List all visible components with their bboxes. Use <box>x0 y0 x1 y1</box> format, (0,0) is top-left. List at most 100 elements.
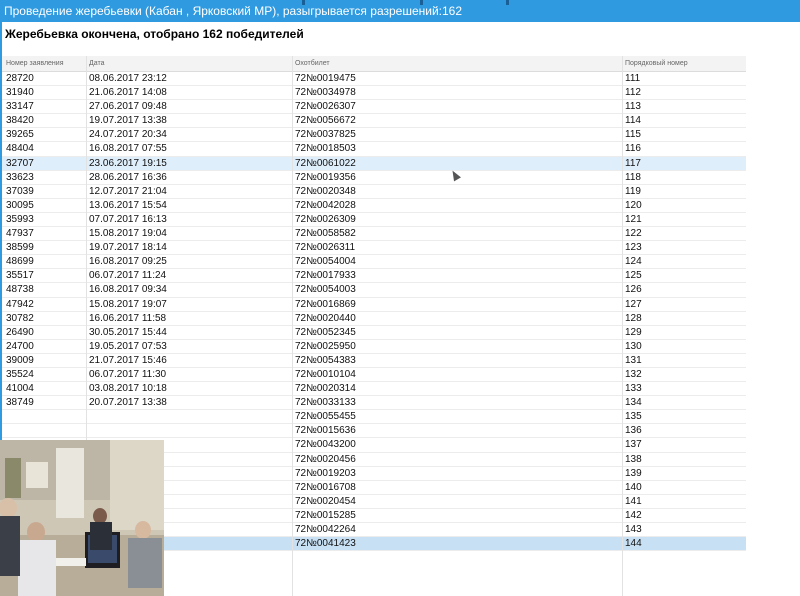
cell-sequence-number: 119 <box>625 185 641 197</box>
cell-application-number: 48738 <box>6 284 34 296</box>
cell-hunting-license: 72№0043200 <box>295 439 356 451</box>
table-row[interactable]: 38420 19.07.2017 13:38 72№0056672 114 <box>2 114 746 129</box>
cell-hunting-license: 72№0017933 <box>295 270 356 282</box>
cell-application-number: 47937 <box>6 228 34 240</box>
cell-hunting-license: 72№0026307 <box>295 101 356 113</box>
cell-application-number: 38420 <box>6 115 34 127</box>
table-row[interactable]: 39009 21.07.2017 15:46 72№0054383 131 <box>2 354 746 368</box>
table-row[interactable]: 24700 19.05.2017 07:53 72№0025950 130 <box>2 340 746 354</box>
table-row[interactable]: 47937 15.08.2017 19:04 72№0058582 122 <box>2 227 746 242</box>
table-row[interactable]: 30782 16.06.2017 11:58 72№0020440 128 <box>2 312 746 326</box>
cell-date: 06.07.2017 11:30 <box>89 368 167 380</box>
table-row[interactable]: 72№0015636 136 <box>2 424 746 439</box>
window-title-bar: Проведение жеребьевки (Кабан , Ярковский… <box>0 0 800 22</box>
cell-sequence-number: 127 <box>625 298 642 310</box>
cell-application-number: 35517 <box>6 270 34 282</box>
cell-date: 16.08.2017 09:25 <box>89 256 167 268</box>
cell-application-number: 28720 <box>6 73 34 84</box>
table-row[interactable]: 31940 21.06.2017 14:08 72№0034978 112 <box>2 86 746 101</box>
table-row[interactable]: 47942 15.08.2017 19:07 72№0016869 127 <box>2 298 746 312</box>
table-row[interactable]: 41004 03.08.2017 10:18 72№0020314 133 <box>2 382 746 397</box>
table-row[interactable]: 33623 28.06.2017 16:36 72№0019356 118 <box>2 171 746 185</box>
table-row[interactable]: 39265 24.07.2017 20:34 72№0037825 115 <box>2 128 746 143</box>
cell-sequence-number: 134 <box>625 397 642 409</box>
cell-date: 27.06.2017 09:48 <box>89 101 167 113</box>
cell-hunting-license: 72№0016869 <box>295 298 356 310</box>
cell-date: 16.08.2017 09:34 <box>89 284 167 296</box>
table-row[interactable]: 32707 23.06.2017 19:15 72№0061022 117 <box>2 156 746 171</box>
cell-application-number: 30095 <box>6 199 34 211</box>
cell-hunting-license: 72№0054004 <box>295 256 356 268</box>
column-divider[interactable] <box>622 56 623 596</box>
cell-sequence-number: 142 <box>625 509 642 521</box>
cell-date: 19.07.2017 13:38 <box>89 115 167 127</box>
cell-application-number: 39265 <box>6 129 34 141</box>
table-row[interactable]: 37039 12.07.2017 21:04 72№0020348 119 <box>2 185 746 199</box>
cell-sequence-number: 133 <box>625 383 642 395</box>
cell-date: 23.06.2017 19:15 <box>89 157 167 169</box>
cell-date: 24.07.2017 20:34 <box>89 129 167 141</box>
table-row[interactable]: 48699 16.08.2017 09:25 72№0054004 124 <box>2 255 746 270</box>
cell-hunting-license: 72№0016708 <box>295 481 356 493</box>
cell-sequence-number: 130 <box>625 340 642 352</box>
cell-sequence-number: 124 <box>625 256 642 268</box>
webcam-overlay <box>0 440 164 596</box>
column-divider[interactable] <box>292 56 293 596</box>
header-hunting-license[interactable]: Охотбилет <box>295 60 330 67</box>
header-application-number[interactable]: Номер заявления <box>6 60 64 67</box>
cell-sequence-number: 120 <box>625 199 642 211</box>
cell-date: 08.06.2017 23:12 <box>89 73 167 84</box>
cell-hunting-license: 72№0033133 <box>295 397 356 409</box>
table-row[interactable]: 38599 19.07.2017 18:14 72№0026311 123 <box>2 241 746 256</box>
cell-application-number: 35524 <box>6 368 34 380</box>
cell-application-number: 38749 <box>6 397 34 409</box>
cell-sequence-number: 144 <box>625 538 642 550</box>
cell-hunting-license: 72№0020348 <box>295 185 356 197</box>
cell-hunting-license: 72№0061022 <box>295 157 356 169</box>
table-row[interactable]: 28720 08.06.2017 23:12 72№0019475 111 <box>2 72 746 87</box>
cell-sequence-number: 132 <box>625 368 642 380</box>
cell-date: 15.08.2017 19:07 <box>89 298 167 310</box>
cell-application-number: 33147 <box>6 101 34 113</box>
cell-application-number: 37039 <box>6 185 34 197</box>
cell-date: 20.07.2017 13:38 <box>89 397 167 409</box>
cell-date: 19.05.2017 07:53 <box>89 340 167 352</box>
cell-date: 28.06.2017 16:36 <box>89 171 167 183</box>
cell-sequence-number: 125 <box>625 270 642 282</box>
webcam-video-image <box>0 440 164 596</box>
header-sequence-number[interactable]: Порядковый номер <box>625 60 688 67</box>
grid-header: Номер заявления Дата Охотбилет Порядковы… <box>2 56 746 72</box>
cell-sequence-number: 111 <box>625 73 641 84</box>
cell-hunting-license: 72№0019203 <box>295 467 356 479</box>
cell-sequence-number: 122 <box>625 228 642 240</box>
cell-application-number: 33623 <box>6 171 34 183</box>
table-row[interactable]: 26490 30.05.2017 15:44 72№0052345 129 <box>2 326 746 340</box>
cell-application-number: 38599 <box>6 242 34 254</box>
table-row[interactable]: 35517 06.07.2017 11:24 72№0017933 125 <box>2 269 746 284</box>
cell-date: 13.06.2017 15:54 <box>89 199 167 211</box>
table-row[interactable]: 72№0055455 135 <box>2 410 746 425</box>
cell-date: 07.07.2017 16:13 <box>89 213 167 225</box>
cell-date: 03.08.2017 10:18 <box>89 383 167 395</box>
cell-application-number: 31940 <box>6 87 34 99</box>
cell-sequence-number: 138 <box>625 453 642 465</box>
cell-application-number: 35993 <box>6 213 34 225</box>
table-row[interactable]: 33147 27.06.2017 09:48 72№0026307 113 <box>2 100 746 115</box>
cell-hunting-license: 72№0015636 <box>295 425 356 437</box>
table-row[interactable]: 35524 06.07.2017 11:30 72№0010104 132 <box>2 368 746 383</box>
header-date[interactable]: Дата <box>89 60 105 67</box>
cell-hunting-license: 72№0018503 <box>295 143 356 155</box>
table-row[interactable]: 38749 20.07.2017 13:38 72№0033133 134 <box>2 396 746 411</box>
cell-sequence-number: 116 <box>625 143 641 155</box>
cell-sequence-number: 112 <box>625 87 641 99</box>
cell-hunting-license: 72№0054383 <box>295 354 356 366</box>
table-row[interactable]: 35993 07.07.2017 16:13 72№0026309 121 <box>2 213 746 228</box>
cell-hunting-license: 72№0020314 <box>295 383 356 395</box>
cell-hunting-license: 72№0055455 <box>295 411 356 423</box>
table-row[interactable]: 48738 16.08.2017 09:34 72№0054003 126 <box>2 283 746 298</box>
cell-sequence-number: 118 <box>625 171 641 183</box>
draw-status-message: Жеребьевка окончена, отобрано 162 победи… <box>5 27 304 41</box>
table-row[interactable]: 30095 13.06.2017 15:54 72№0042028 120 <box>2 199 746 213</box>
table-row[interactable]: 48404 16.08.2017 07:55 72№0018503 116 <box>2 142 746 157</box>
cell-application-number: 30782 <box>6 312 34 324</box>
